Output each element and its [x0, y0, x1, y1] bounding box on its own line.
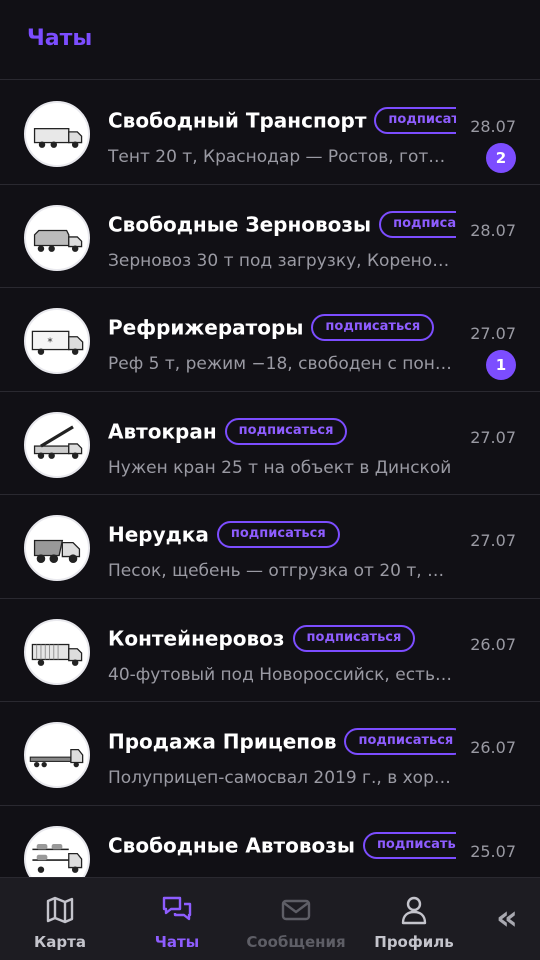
- tab-profile[interactable]: Профиль: [364, 878, 464, 960]
- chat-preview: Зерновоз 30 т под загрузку, Кореновск: [108, 250, 454, 271]
- unread-badge: 1: [486, 350, 516, 380]
- container-truck-icon: [24, 618, 90, 685]
- chat-title: Свободные Зерновозы: [108, 212, 372, 236]
- chat-title-line: Нерудка подписаться: [108, 521, 456, 551]
- chat-title-line: Автокран подписаться: [108, 417, 456, 448]
- chat-list-item[interactable]: Свободный Транспорт подписаться Тент 20 т,…: [0, 81, 540, 185]
- chat-list: Свободный Транспорт подписаться Тент 20 т,…: [0, 81, 540, 909]
- tab-messages[interactable]: Сообщения: [240, 878, 352, 960]
- user-icon: [401, 896, 427, 925]
- chat-date: 28.07: [470, 117, 516, 136]
- tab-chats-label: Чаты: [154, 933, 200, 951]
- chat-list-item[interactable]: Автокран подписаться Нужен кран 25 т на об…: [0, 392, 540, 495]
- chat-icon: [162, 896, 192, 921]
- dump-truck-icon: [24, 515, 90, 581]
- chat-title: Свободные Автовозы: [108, 833, 355, 857]
- page-title: Чаты: [27, 26, 93, 51]
- subscribe-button[interactable]: подписаться: [224, 417, 348, 445]
- tab-messages-label: Сообщения: [246, 933, 346, 951]
- subscribe-button[interactable]: подписаться: [374, 107, 456, 134]
- chat-title-line: Свободный Транспорт подписаться: [108, 107, 456, 137]
- subscribe-button[interactable]: подписаться: [311, 314, 435, 341]
- tab-profile-label: Профиль: [374, 933, 454, 951]
- tab-chats[interactable]: Чаты: [127, 878, 227, 960]
- subscribe-button[interactable]: подписаться: [379, 210, 456, 238]
- chat-title-line: Свободные Зерновозы подписаться: [108, 210, 456, 241]
- chat-date: 26.07: [470, 738, 516, 757]
- chat-date: 26.07: [470, 634, 516, 654]
- subscribe-button[interactable]: подписаться: [216, 521, 340, 548]
- chat-preview: Реф 5 т, режим −18, свободен с понедельн…: [108, 354, 454, 374]
- grain-truck-icon: [24, 204, 90, 271]
- chat-list-item[interactable]: Нерудка подписаться Песок, щебень — отгруз…: [0, 495, 540, 599]
- chat-list-item[interactable]: Свободные Зерновозы подписаться Зерновоз 3…: [0, 185, 540, 288]
- bottom-tab-bar: Карта Чаты Сообщения Профиль «: [0, 877, 540, 960]
- trailer-icon: [24, 722, 90, 788]
- tab-map-label: Карта: [34, 933, 86, 951]
- chat-preview: Тент 20 т, Краснодар — Ростов, готов к з…: [108, 147, 454, 167]
- chat-title-line: Рефрижераторы подписаться: [108, 314, 456, 344]
- subscribe-button[interactable]: подписаться: [362, 831, 456, 859]
- chat-list-item[interactable]: Продажа Прицепов подписаться Полуприцеп-са…: [0, 702, 540, 806]
- collapse-arrows-icon[interactable]: «: [496, 898, 518, 938]
- refrigerator-truck-icon: *: [24, 308, 90, 374]
- chat-title: Контейнеровоз: [108, 626, 285, 650]
- crane-truck-icon: [24, 411, 90, 478]
- chat-date: 27.07: [470, 427, 516, 447]
- subscribe-button[interactable]: подписаться: [292, 624, 416, 652]
- chat-preview: 40-футовый под Новороссийск, есть места: [108, 664, 454, 685]
- chat-preview: Полуприцеп-самосвал 2019 г., в хорошем с…: [108, 768, 454, 788]
- chat-title: Нерудка: [108, 522, 209, 547]
- chat-list-item[interactable]: Контейнеровоз подписаться 40-футовый под Н…: [0, 599, 540, 702]
- chat-preview: Песок, щебень — отгрузка от 20 т, цена д…: [108, 561, 454, 581]
- unread-badge: 2: [486, 143, 516, 173]
- chat-date: 27.07: [470, 531, 516, 550]
- chat-title-line: Продажа Прицепов подписаться: [108, 728, 456, 758]
- chat-title: Продажа Прицепов: [108, 729, 337, 754]
- chat-title: Свободный Транспорт: [108, 108, 367, 133]
- chat-list-item[interactable]: * Рефрижераторы подписаться Реф 5 т, режим …: [0, 288, 540, 392]
- subscribe-button[interactable]: подписаться: [344, 728, 456, 755]
- chat-date: 28.07: [470, 220, 516, 240]
- header: Чаты: [0, 0, 540, 80]
- chat-title: Автокран: [108, 419, 217, 443]
- tent-truck-icon: [24, 101, 90, 167]
- chat-date: 25.07: [470, 841, 516, 861]
- chat-preview: Нужен кран 25 т на объект в Динской: [108, 457, 452, 478]
- chat-title-line: Контейнеровоз подписаться: [108, 624, 456, 655]
- chat-title: Рефрижераторы: [108, 315, 304, 340]
- chat-title-line: Свободные Автовозы подписаться: [108, 831, 456, 862]
- mail-icon: [281, 899, 311, 921]
- tab-map[interactable]: Карта: [10, 878, 110, 960]
- map-icon: [46, 896, 74, 924]
- svg-text:*: *: [47, 335, 53, 348]
- chat-date: 27.07: [470, 324, 516, 343]
